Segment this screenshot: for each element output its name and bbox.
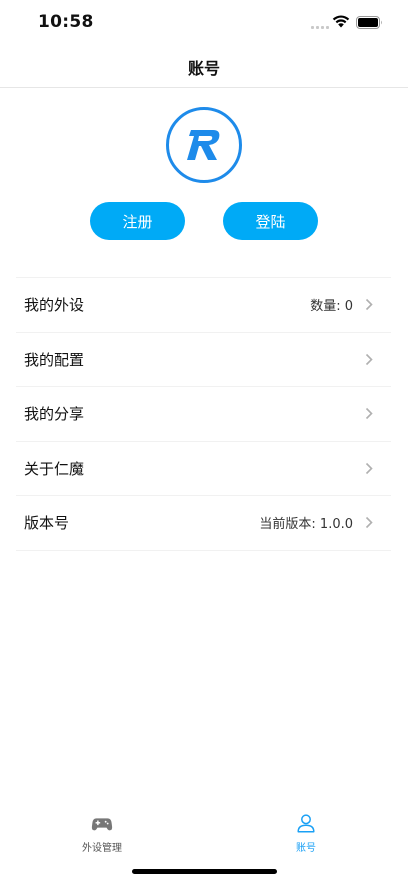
tab-label: 外设管理 — [82, 843, 122, 854]
wifi-icon — [332, 15, 350, 28]
login-button[interactable]: 登陆 — [223, 202, 318, 240]
chevron-right-icon — [365, 517, 373, 529]
status-time: 10:58 — [38, 12, 94, 32]
chevron-right-icon — [365, 408, 373, 420]
tab-account[interactable]: 账号 — [256, 812, 356, 854]
account-menu-list: 我的外设 数量: 0 我的配置 我的分享 关于仁魔 版本号 当前版本: 1.0.… — [16, 277, 391, 551]
battery-icon — [356, 16, 382, 29]
chevron-right-icon — [365, 353, 373, 365]
home-indicator — [132, 869, 277, 874]
page-title: 账号 — [187, 58, 220, 78]
menu-item-label: 我的分享 — [24, 405, 85, 424]
app-logo — [166, 107, 242, 183]
menu-item-label: 我的外设 — [24, 296, 85, 315]
cellular-signal-icon — [311, 26, 329, 29]
person-icon — [297, 814, 315, 833]
chevron-right-icon — [365, 462, 373, 474]
menu-item-version[interactable]: 版本号 当前版本: 1.0.0 — [16, 496, 391, 551]
menu-item-label: 关于仁魔 — [24, 459, 85, 478]
menu-item-about[interactable]: 关于仁魔 — [16, 442, 391, 496]
menu-item-my-devices[interactable]: 我的外设 数量: 0 — [16, 278, 391, 333]
navigation-bar: 账号 — [0, 46, 408, 88]
current-version: 当前版本: 1.0.0 — [259, 517, 353, 533]
chevron-right-icon — [365, 299, 373, 311]
r-logo-icon — [187, 130, 220, 160]
gamepad-icon — [91, 818, 113, 831]
status-bar: 10:58 — [0, 0, 408, 46]
menu-item-my-share[interactable]: 我的分享 — [16, 387, 391, 442]
menu-item-my-config[interactable]: 我的配置 — [16, 333, 391, 387]
menu-item-label: 版本号 — [24, 514, 70, 533]
tab-device-management[interactable]: 外设管理 — [52, 812, 152, 854]
device-count: 数量: 0 — [310, 299, 353, 315]
menu-item-label: 我的配置 — [24, 350, 85, 369]
tab-label: 账号 — [296, 843, 316, 854]
register-button[interactable]: 注册 — [90, 202, 185, 240]
account-screen: 10:58 账号 注册 登陆 我的外设 数量: 0 我的配置 我的分享 关于仁魔… — [0, 0, 408, 883]
